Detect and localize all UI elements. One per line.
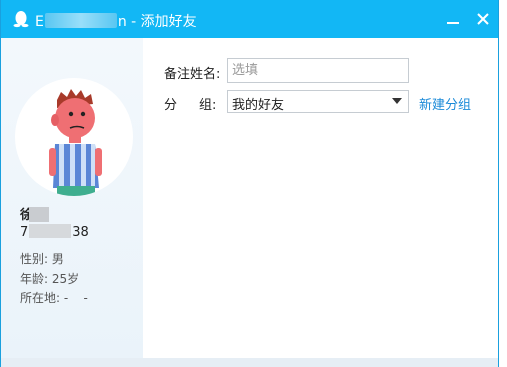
group-select[interactable]: 我的好友 bbox=[227, 90, 409, 113]
gender-value: 男 bbox=[51, 252, 64, 266]
minimize-button[interactable] bbox=[441, 7, 465, 31]
gender-label: 性别: bbox=[20, 252, 49, 266]
background bbox=[499, 0, 507, 367]
redacted-name bbox=[44, 13, 117, 28]
location-info: 所在地: - - bbox=[20, 289, 88, 306]
age-info: 年龄: 25岁 bbox=[20, 270, 79, 287]
location-label: 所在地: bbox=[20, 291, 61, 305]
qq-number-prefix: 7 bbox=[20, 225, 29, 240]
gender-info: 性别: 男 bbox=[20, 250, 64, 267]
chevron-down-icon bbox=[392, 98, 402, 104]
minimize-icon bbox=[447, 22, 459, 24]
remark-name-input[interactable] bbox=[227, 58, 409, 83]
qq-number: 7 38 bbox=[20, 224, 89, 240]
add-friend-window: En - 添加好友 徐 7 38 性别: 男 年龄: 25岁 所在地: - - … bbox=[0, 0, 499, 367]
age-label: 年龄: bbox=[20, 272, 49, 286]
avatar[interactable] bbox=[15, 78, 133, 196]
window-title: En - 添加好友 bbox=[35, 11, 197, 31]
avatar-cartoon-icon bbox=[49, 89, 102, 196]
location-value: - - bbox=[63, 291, 88, 305]
age-value: 25岁 bbox=[51, 272, 80, 286]
remark-name-label: 备注姓名: bbox=[164, 67, 221, 82]
group-label-part1: 分 bbox=[164, 98, 178, 113]
title-bar[interactable]: En - 添加好友 bbox=[1, 0, 498, 38]
nickname: 徐 bbox=[20, 204, 50, 223]
group-select-value: 我的好友 bbox=[232, 98, 285, 113]
qq-number-suffix: 38 bbox=[72, 225, 89, 240]
window-title-prefix: E bbox=[35, 14, 44, 30]
bottom-bar bbox=[1, 358, 498, 367]
qq-penguin-icon bbox=[13, 11, 29, 28]
profile-panel: 徐 7 38 性别: 男 年龄: 25岁 所在地: - - bbox=[1, 38, 143, 360]
new-group-link[interactable]: 新建分组 bbox=[419, 94, 471, 113]
close-button[interactable] bbox=[471, 7, 495, 31]
group-label: 分 组: bbox=[164, 94, 216, 113]
group-label-part2: 组: bbox=[199, 98, 217, 113]
close-icon bbox=[477, 13, 489, 25]
redacted-qq-number bbox=[29, 224, 72, 238]
window-title-suffix: n - 添加好友 bbox=[117, 14, 197, 30]
redacted-nickname bbox=[29, 207, 50, 222]
